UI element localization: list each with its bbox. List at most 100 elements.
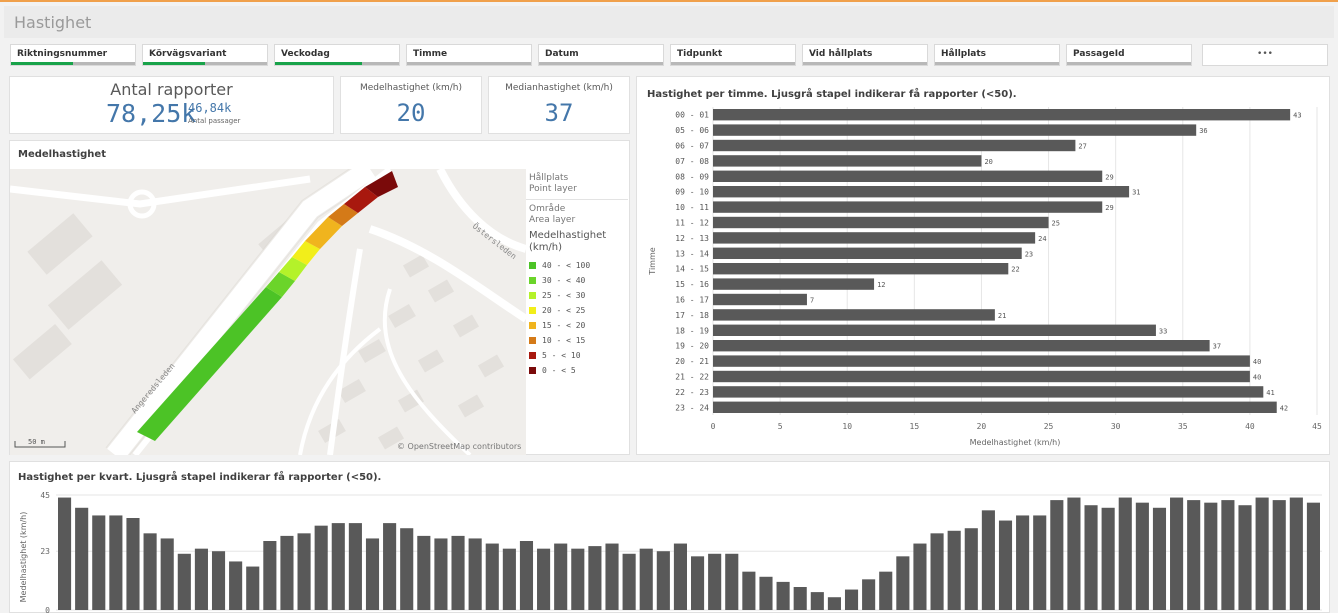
bar[interactable] [537, 548, 551, 610]
bar[interactable] [713, 201, 1103, 213]
bar[interactable] [844, 589, 859, 610]
bar[interactable] [1221, 500, 1235, 610]
legend-item[interactable]: 40 - < 100 [526, 258, 628, 273]
bar[interactable] [194, 548, 208, 610]
bar[interactable] [1306, 502, 1320, 610]
filter-tidpunkt[interactable]: Tidpunkt [670, 44, 796, 66]
bar[interactable] [713, 139, 1076, 152]
bar[interactable] [713, 370, 1250, 383]
bar[interactable] [143, 533, 157, 610]
bar[interactable] [896, 556, 910, 610]
map-attribution[interactable]: © OpenStreetMap contributors [397, 442, 521, 451]
legend-item[interactable]: 30 - < 40 [526, 273, 628, 288]
bar[interactable] [639, 548, 653, 610]
bar[interactable] [75, 507, 89, 610]
bar[interactable] [725, 553, 739, 610]
filter-timme[interactable]: Timme [406, 44, 532, 66]
bar[interactable] [998, 520, 1013, 610]
bar[interactable] [571, 548, 585, 610]
bar[interactable] [434, 538, 448, 610]
bar[interactable] [485, 543, 499, 610]
bar[interactable] [713, 247, 1022, 259]
bar[interactable] [713, 386, 1264, 398]
bar[interactable] [713, 216, 1049, 229]
filter-riktningsnummer[interactable]: Riktningsnummer [10, 44, 136, 66]
map-view[interactable]: Angeredsleden Östersleden 50 m © OpenStr… [10, 169, 526, 455]
bar[interactable] [622, 553, 636, 610]
bar[interactable] [713, 324, 1156, 336]
quarter-speed-chart[interactable]: Hastighet per kvart. Ljusgrå stapel indi… [10, 462, 1331, 613]
legend-item[interactable]: 15 - < 20 [526, 318, 628, 333]
legend-item[interactable]: 20 - < 25 [526, 303, 628, 318]
bar[interactable] [468, 538, 482, 610]
bar[interactable] [708, 553, 722, 610]
bar[interactable] [713, 293, 807, 306]
map-canvas[interactable]: Angeredsleden Östersleden 50 m © OpenStr… [10, 169, 526, 455]
bar[interactable] [280, 535, 294, 610]
bar[interactable] [58, 497, 72, 610]
bar[interactable] [862, 579, 876, 610]
bar[interactable] [930, 533, 944, 610]
bar[interactable] [1272, 500, 1286, 610]
bar[interactable] [297, 533, 311, 610]
bar[interactable] [827, 597, 841, 610]
kpi-median-speed[interactable]: Medianhastighet (km/h) 37 [488, 76, 630, 134]
bar[interactable] [759, 576, 773, 610]
legend-item[interactable]: 5 - < 10 [526, 348, 628, 363]
bar[interactable] [331, 523, 345, 610]
bar[interactable] [776, 581, 790, 610]
bar[interactable] [177, 553, 191, 610]
bar[interactable] [211, 551, 226, 610]
bar[interactable] [713, 309, 995, 321]
bar[interactable] [1152, 507, 1167, 610]
bar[interactable] [913, 543, 927, 610]
kpi-mean-speed[interactable]: Medelhastighet (km/h) 20 [340, 76, 482, 134]
bar[interactable] [691, 556, 705, 610]
filter-datum[interactable]: Datum [538, 44, 664, 66]
bar[interactable] [947, 530, 961, 610]
bar[interactable] [713, 232, 1036, 244]
bar[interactable] [1050, 500, 1064, 610]
bar[interactable] [713, 355, 1250, 367]
bar[interactable] [314, 525, 328, 610]
bar[interactable] [348, 523, 362, 610]
bar[interactable] [365, 538, 380, 610]
bar[interactable] [554, 543, 568, 610]
bar[interactable] [1289, 497, 1303, 610]
bar[interactable] [383, 523, 397, 610]
bar[interactable] [92, 515, 106, 610]
bar[interactable] [964, 528, 978, 610]
bar[interactable] [160, 538, 174, 610]
bar[interactable] [451, 535, 465, 610]
filter-veckodag[interactable]: Veckodag [274, 44, 400, 66]
legend-layer-omrade[interactable]: Område Area layer [526, 200, 628, 226]
bar[interactable] [246, 566, 260, 610]
bar[interactable] [126, 518, 140, 610]
bar[interactable] [519, 541, 534, 610]
bar[interactable] [981, 510, 995, 610]
bar[interactable] [713, 124, 1197, 136]
bar[interactable] [713, 186, 1130, 198]
bar[interactable] [417, 535, 431, 610]
bar[interactable] [713, 278, 875, 290]
filter-hallplats[interactable]: Hållplats [934, 44, 1060, 66]
bar[interactable] [793, 587, 807, 610]
bar[interactable] [713, 109, 1291, 121]
bar[interactable] [400, 528, 414, 610]
bar[interactable] [1255, 497, 1269, 610]
bar[interactable] [673, 543, 687, 610]
bar[interactable] [1118, 497, 1132, 610]
filter-korvagsvariant[interactable]: Körvägsvariant [142, 44, 268, 66]
bar[interactable] [1204, 502, 1218, 610]
legend-layer-hallplats[interactable]: Hållplats Point layer [526, 169, 628, 195]
bar[interactable] [713, 263, 1009, 275]
bar[interactable] [605, 543, 619, 610]
bar[interactable] [1238, 505, 1252, 610]
bar[interactable] [1170, 497, 1184, 610]
bar[interactable] [713, 170, 1103, 182]
bar[interactable] [713, 155, 982, 167]
bar[interactable] [1135, 502, 1149, 610]
bar[interactable] [588, 546, 602, 610]
bar[interactable] [1033, 515, 1047, 610]
bar[interactable] [656, 551, 670, 610]
